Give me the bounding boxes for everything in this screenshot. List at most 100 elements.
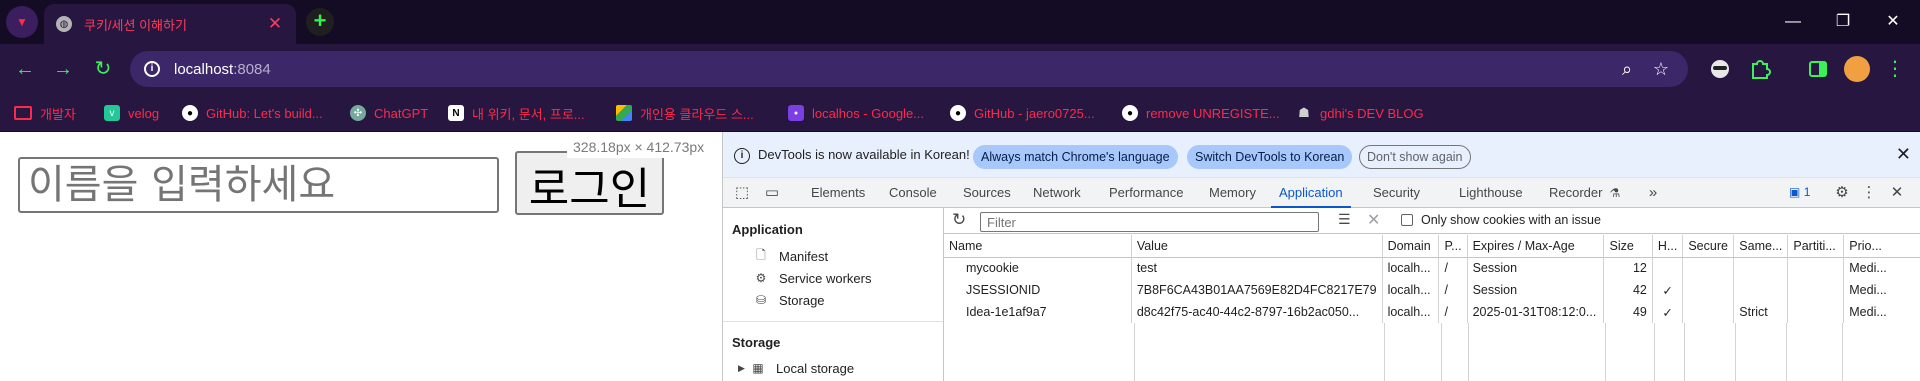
globe-icon: ◍ [56,16,72,32]
bookmark-item[interactable]: ● remove UNREGISTE... [1122,104,1280,122]
table-row[interactable]: Idea-1e1af9a7 d8c42f75-ac40-44c2-8797-16b… [944,301,1920,323]
tab-application[interactable]: Application [1271,178,1351,208]
new-tab-button[interactable]: + [306,8,334,36]
gear-icon[interactable]: ⚙ [1831,178,1853,208]
cookies-panel: ↻ ☰ ✕ Only show cookies with an issue Na… [944,208,1920,381]
cell-priority: Medi... [1843,301,1920,323]
bookmarks-bar: 개발자 v velog ● GitHub: Let's build... ✣ Chat… [0,94,1920,132]
profile-avatar[interactable] [1844,56,1870,82]
zoom-icon[interactable]: ⌕ [1612,51,1642,87]
cell-domain: localh... [1382,257,1440,279]
delete-selected-icon[interactable]: ✕ [1367,210,1380,230]
tab-performance[interactable]: Performance [1109,178,1183,208]
bookmark-item[interactable]: ☗ gdhi's DEV BLOG [1296,104,1423,122]
extensions-puzzle-icon[interactable] [1748,57,1772,81]
cell-samesite [1733,279,1789,301]
refresh-icon[interactable]: ↻ [952,210,966,230]
side-panel-icon[interactable] [1806,57,1830,81]
sidebar-section-application: Application [732,222,803,237]
column-header-expires[interactable]: Expires / Max-Age [1467,235,1605,258]
sidebar-item-local-storage[interactable]: ▶ ▦ Local storage [738,358,854,378]
browser-tab[interactable]: ◍ 쿠키/세션 이해하기 ✕ [44,4,296,44]
bookmark-item[interactable]: 개인용 클라우드 스... [616,104,754,122]
table-row[interactable]: JSESSIONID 7B8F6CA43B01AA7569E82D4FC8217E… [944,279,1920,301]
column-header-path[interactable]: P... [1438,235,1468,258]
filter-input[interactable] [980,212,1319,232]
tab-lighthouse[interactable]: Lighthouse [1459,178,1523,208]
triangle-right-icon: ▶ [738,362,745,373]
column-header-partition[interactable]: Partiti... [1787,235,1845,258]
column-divider [1134,323,1135,381]
name-input[interactable] [18,157,499,213]
sidebar-item-storage[interactable]: ⛁ Storage [753,290,825,310]
cell-secure [1682,257,1735,279]
device-toolbar-icon[interactable]: ▭ [761,178,783,208]
menu-kebab-icon[interactable]: ⋮ [1880,54,1910,84]
switch-language-button[interactable]: Switch DevTools to Korean [1187,145,1353,169]
restore-button[interactable]: ❐ [1820,8,1866,36]
tab-sources[interactable]: Sources [963,178,1011,208]
tab-console[interactable]: Console [889,178,937,208]
column-header-domain[interactable]: Domain [1382,235,1440,258]
column-header-value[interactable]: Value [1131,235,1383,258]
bookmark-item[interactable]: ● GitHub: Let's build... [182,104,323,122]
bookmark-item[interactable]: N내 위키, 문서, 프로... [448,104,585,122]
column-header-samesite[interactable]: Same... [1733,235,1789,258]
tab-recorder[interactable]: Recorder [1549,178,1602,208]
extension-spy-icon[interactable] [1708,57,1732,81]
bookmark-item[interactable]: v velog [104,104,159,122]
tab-search-button[interactable]: ▼ [6,6,38,38]
column-header-name[interactable]: Name [944,235,1132,258]
only-issues-checkbox[interactable]: Only show cookies with an issue [1401,213,1601,227]
column-header-priority[interactable]: Prio... [1843,235,1920,258]
minimize-button[interactable]: — [1770,8,1816,36]
tab-security[interactable]: Security [1373,178,1420,208]
more-tabs-icon[interactable]: » [1643,178,1663,208]
arrow-right-icon: → [53,58,73,80]
sidebar-section-storage: Storage [732,335,781,350]
tab-memory[interactable]: Memory [1209,178,1256,208]
issues-badge[interactable]: ▣ 1 [1789,185,1810,201]
bookmark-item[interactable]: ● localhos - Google... [788,104,924,122]
bookmark-star-icon[interactable]: ☆ [1646,51,1676,87]
column-divider [1654,323,1655,381]
language-infobar: i DevTools is now available in Korean! A… [723,132,1920,178]
match-language-button[interactable]: Always match Chrome's language [973,145,1178,169]
page-viewport: 로그인 328.18px × 412.73px [0,132,722,381]
close-icon[interactable]: ✕ [1896,144,1911,165]
tab-network[interactable]: Network [1033,178,1081,208]
cell-priority: Medi... [1843,279,1920,301]
table-row[interactable]: mycookie test localh... / Session 12 Medi... [944,257,1920,279]
address-bar[interactable]: i localhost:8084 ⌕ ☆ [130,51,1688,87]
tab-close-icon[interactable]: ✕ [266,14,284,34]
inspect-element-icon[interactable]: ⬚ [731,178,753,208]
tab-elements[interactable]: Elements [811,178,865,208]
dont-show-again-button[interactable]: Don't show again [1359,145,1471,169]
cell-size: 49 [1603,301,1653,323]
site-info-icon[interactable]: i [144,61,160,77]
forward-button[interactable]: → [48,54,78,84]
cell-httponly [1652,257,1684,279]
login-button[interactable]: 로그인 [515,151,664,215]
column-header-size[interactable]: Size [1603,235,1653,258]
clear-all-icon[interactable]: ☰ [1338,211,1351,228]
column-header-secure[interactable]: Secure [1682,235,1735,258]
kebab-menu-icon[interactable]: ⋮ [1859,178,1879,208]
sidebar-item-manifest[interactable]: 🗋 Manifest [753,246,828,266]
cookie-toolbar: ↻ ☰ ✕ Only show cookies with an issue [944,208,1920,234]
sidebar-item-service-workers[interactable]: ⚙ Service workers [753,268,872,288]
column-divider [1786,323,1787,381]
close-devtools-icon[interactable]: ✕ [1887,178,1907,208]
column-header-httponly[interactable]: H... [1652,235,1684,258]
bookmark-item[interactable]: ✣ ChatGPT [350,104,428,122]
bookmark-item[interactable]: ● GitHub - jaero0725... [950,104,1095,122]
gears-icon: ⚙ [755,271,767,285]
back-button[interactable]: ← [10,54,40,84]
reload-button[interactable]: ↻ [88,54,118,84]
tab-strip: ▼ ◍ 쿠키/세션 이해하기 ✕ + — ❐ ✕ [0,0,1920,44]
file-icon: 🗋 [756,247,766,262]
close-window-button[interactable]: ✕ [1870,8,1916,36]
bookmark-item[interactable]: 개발자 [14,104,76,122]
checkbox[interactable] [1401,214,1413,226]
velog-icon: v [104,105,120,121]
